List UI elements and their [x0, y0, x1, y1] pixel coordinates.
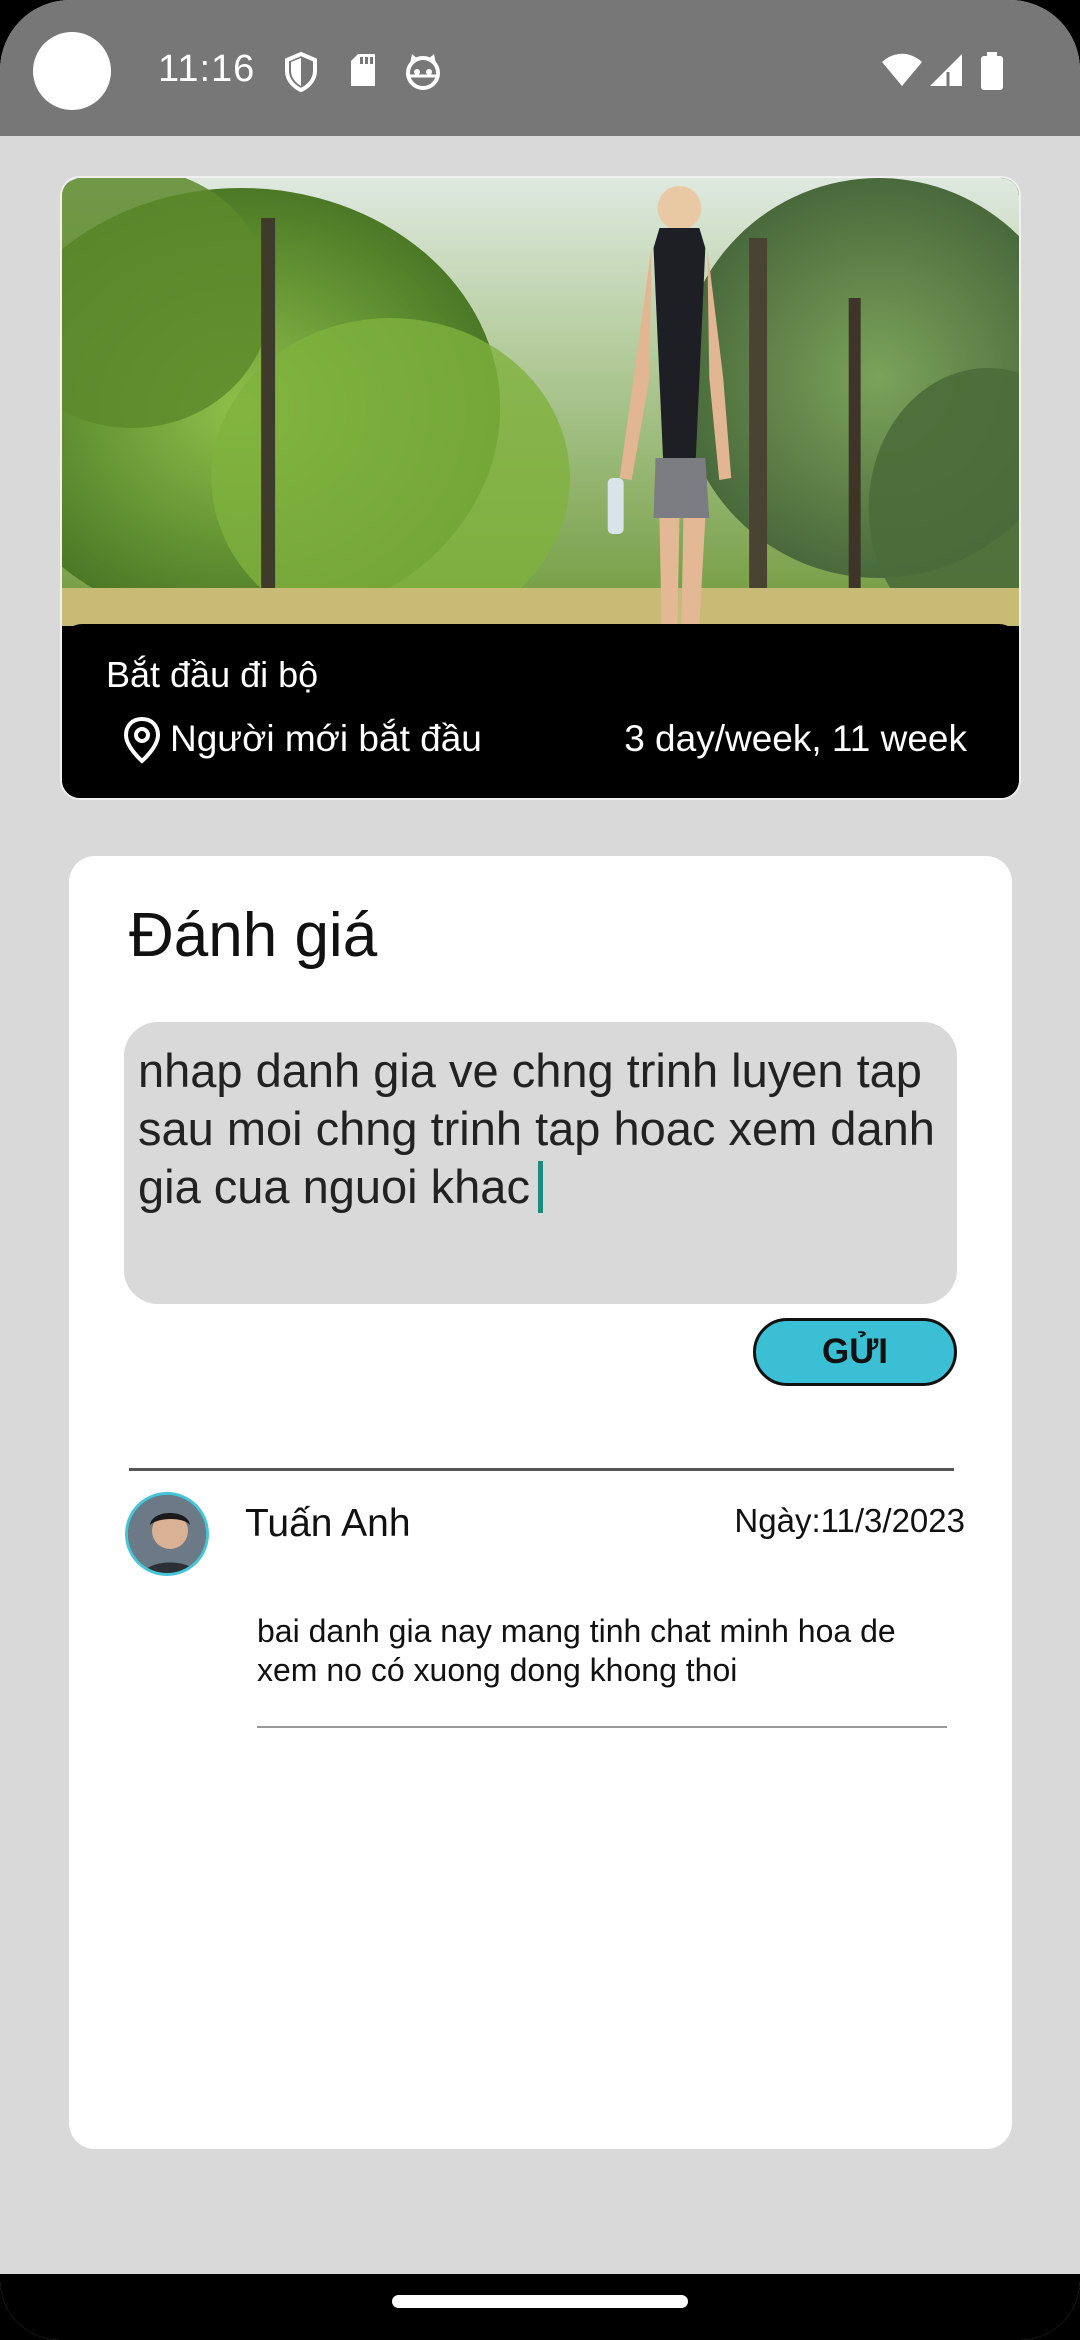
workout-card[interactable]: Bắt đầu đi bộ Người mới bắt đầu 3 day/we… — [60, 176, 1021, 800]
review-heading: Đánh giá — [129, 901, 378, 970]
review-card: Đánh giá nhap danh gia ve chng trinh luy… — [69, 856, 1012, 2149]
comment-text: bai danh gia nay mang tinh chat minh hoa… — [257, 1613, 896, 1688]
shield-icon — [285, 52, 317, 92]
workout-caption: Bắt đầu đi bộ Người mới bắt đầu 3 day/we… — [62, 624, 1019, 798]
status-bar: 11:16 — [0, 0, 1080, 136]
status-time: 11:16 — [158, 48, 256, 90]
battery-icon — [981, 52, 1003, 90]
phone-screen: 11:16 Bắt đầu đi bộ Người mới bắt đầu 3 … — [0, 0, 1080, 2340]
review-input[interactable]: nhap danh gia ve chng trinh luyen tap sa… — [124, 1022, 957, 1304]
review-input-text: nhap danh gia ve chng trinh luyen tap sa… — [138, 1044, 935, 1213]
workout-photo — [62, 178, 1019, 626]
signal-icon — [930, 54, 962, 86]
location-pin-icon — [123, 716, 161, 764]
cat-face-icon — [406, 54, 440, 90]
divider — [129, 1468, 954, 1471]
comment-underline — [257, 1726, 947, 1728]
send-button[interactable]: GỬI — [753, 1318, 957, 1386]
wifi-icon — [882, 53, 922, 86]
workout-level: Người mới bắt đầu — [170, 718, 482, 759]
home-handle[interactable] — [392, 2295, 688, 2308]
avatar[interactable] — [125, 1492, 209, 1576]
text-caret — [537, 1161, 543, 1213]
camera-cutout — [33, 32, 111, 110]
sd-card-icon — [351, 54, 375, 86]
workout-schedule: 3 day/week, 11 week — [624, 718, 967, 759]
comment-author: Tuấn Anh — [245, 1502, 411, 1545]
workout-title: Bắt đầu đi bộ — [106, 654, 319, 695]
comment-date: Ngày:11/3/2023 — [734, 1502, 965, 1539]
avatar-photo — [128, 1495, 206, 1573]
